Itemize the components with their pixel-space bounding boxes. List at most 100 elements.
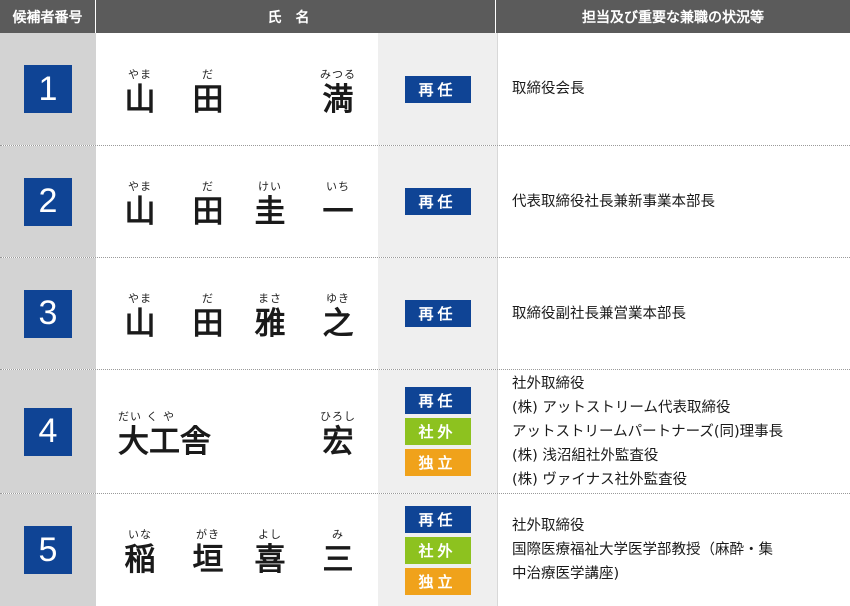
name-kanji: 田 [192,194,224,230]
name-character: やま山 [112,68,168,118]
candidate-tags-cell: 再任 [378,33,497,145]
name-ruby: いち [326,180,350,193]
role-line: (株) 浅沼組社外監査役 [512,447,659,464]
table-row: 4 だい く や大工舎 ひろし宏再任 社外 独立 社外取締役 (株) アットストリーム代表取… [0,370,850,494]
candidate-name-cell: いな稲がき垣よし喜み三 [96,494,378,606]
candidate-tags-cell: 再任 社外 独立 [378,370,497,493]
name-ruby: やま [128,68,152,81]
name-character: まさ雅 [242,292,298,342]
name-kanji: 圭 [254,194,286,230]
name-character: いな稲 [112,528,168,578]
candidate-number-badge: 4 [24,407,72,456]
name-kanji: 山 [124,306,156,342]
header-role: 担当及び重要な兼職の状況等 [496,0,850,33]
status-badge-reappoint: 再任 [404,387,471,414]
name-character: だ田 [180,180,236,230]
name-ruby: み [332,528,344,541]
name-ruby: いな [128,528,152,541]
status-badge-outside: 社外 [404,536,471,564]
candidate-tags-cell: 再任 社外 独立 [378,494,497,606]
name-kanji: 山 [124,194,156,230]
candidate-name-cell: だい く や大工舎 ひろし宏 [96,370,378,493]
name-ruby: だい く や [118,410,175,423]
name-kanji: 垣 [192,542,224,578]
candidate-role-cell: 取締役副社長兼営業本部長 [497,258,850,369]
role-line: 取締役副社長兼営業本部長 [512,305,686,322]
name-ruby: ひろし [320,410,356,423]
role-line: 国際医療福祉大学医学部教授（麻酔・集 [512,542,773,558]
header-number: 候補者番号 [0,0,96,33]
candidate-tags-cell: 再任 [378,146,497,257]
candidate-number-badge: 2 [24,177,72,226]
role-line: 取締役会長 [512,81,585,97]
table-header: 候補者番号 氏名 担当及び重要な兼職の状況等 [0,0,850,33]
name-character: やま山 [112,292,168,342]
name-character: よし喜 [242,528,298,578]
name-character: み三 [310,528,366,578]
candidate-name-cell: やま山だ田まさ雅ゆき之 [96,258,378,369]
role-line: 社外取締役 [512,518,585,534]
table-row: 5 いな稲がき垣よし喜み三再任 社外 独立 社外取締役 国際医療福祉大学医学部教授（麻酔・… [0,494,850,606]
name-character: やま山 [112,180,168,230]
name-kanji: 稲 [124,542,156,578]
status-badge-outside: 社外 [404,418,471,445]
table-row: 2 やま山だ田けい圭いち一再任 代表取締役社長兼新事業本部長 [0,146,850,258]
candidate-number-cell: 5 [0,494,96,606]
name-character: みつる満 [310,68,366,118]
name-wide: だい く や大工舎 [118,410,228,460]
candidate-number-badge: 5 [24,526,72,574]
status-badge-independent: 独立 [404,449,471,476]
name-character: だ田 [180,68,236,118]
header-name: 氏名 [96,0,496,33]
name-ruby: ゆき [326,292,350,305]
name-kanji: 田 [192,82,224,118]
candidate-number-cell: 4 [0,370,96,493]
name-ruby: だ [202,180,214,193]
name-character: ひろし宏 [310,410,366,460]
candidate-table: 候補者番号 氏名 担当及び重要な兼職の状況等 1 やま山だ田みつる満再任 取締役会長… [0,0,850,606]
name-kanji: 之 [322,306,354,342]
status-badge-independent: 独立 [404,567,471,595]
candidate-tags-cell: 再任 [378,258,497,369]
candidate-name-cell: やま山だ田けい圭いち一 [96,146,378,257]
role-line: アットストリームパートナーズ(同)理事長 [512,423,784,440]
role-line: 中治療医学講座) [512,566,620,582]
name-character: がき垣 [180,528,236,578]
name-character: ゆき之 [310,292,366,342]
role-line: 代表取締役社長兼新事業本部長 [512,193,715,210]
candidate-role-cell: 社外取締役国際医療福祉大学医学部教授（麻酔・集 中治療医学講座) [497,494,850,606]
role-line: (株) アットストリーム代表取締役 [512,399,731,416]
candidate-name-cell: やま山だ田みつる満 [96,33,378,145]
name-kanji: 宏 [322,424,354,460]
candidate-role-cell: 取締役会長 [497,33,850,145]
name-kanji: 田 [192,306,224,342]
candidate-number-badge: 1 [24,65,72,113]
name-ruby: よし [258,528,282,541]
name-ruby: みつる [320,68,356,81]
candidate-role-cell: 代表取締役社長兼新事業本部長 [497,146,850,257]
name-kanji: 雅 [254,306,286,342]
candidate-number-cell: 3 [0,258,96,369]
name-character: けい圭 [242,180,298,230]
status-badge-reappoint: 再任 [404,505,471,533]
name-ruby: がき [196,528,220,541]
name-ruby: けい [258,180,282,193]
name-character: いち一 [310,180,366,230]
name-ruby: だ [202,292,214,305]
name-ruby: やま [128,292,152,305]
name-kanji: 満 [322,82,354,118]
candidate-number-cell: 1 [0,33,96,145]
role-line: 社外取締役 [512,375,585,392]
name-kanji: 三 [322,542,354,578]
name-ruby: まさ [258,292,282,305]
name-kanji: 喜 [254,542,286,578]
candidate-role-cell: 社外取締役 (株) アットストリーム代表取締役アットストリームパートナーズ(同)理… [497,370,850,493]
name-kanji: 大工舎 [118,424,211,460]
name-character: だ田 [180,292,236,342]
candidate-number-badge: 3 [24,289,72,338]
table-row: 1 やま山だ田みつる満再任 取締役会長 [0,33,850,146]
name-kanji: 山 [124,82,156,118]
name-ruby: だ [202,68,214,81]
status-badge-reappoint: 再任 [404,75,471,103]
candidate-number-cell: 2 [0,146,96,257]
